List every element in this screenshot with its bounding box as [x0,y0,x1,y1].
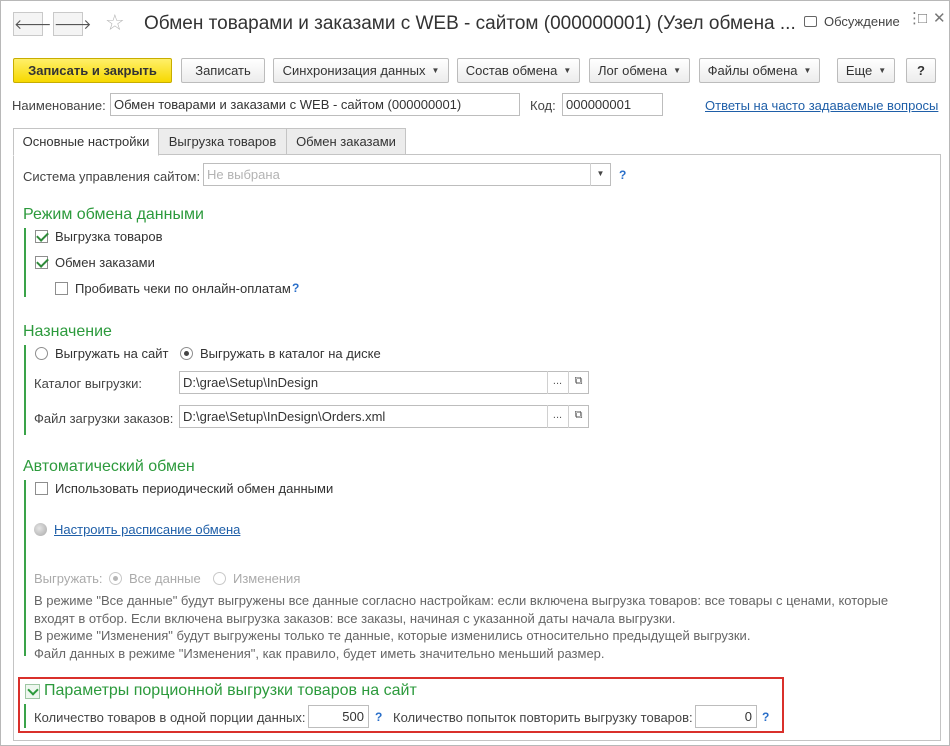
periodic-exchange-label: Использовать периодический обмен данными [55,481,334,496]
export-mode-description: В режиме "Все данные" будут выгружены вс… [34,592,914,662]
portion-label: Количество товаров в одной порции данных… [34,710,306,725]
changes-label: Изменения [233,571,301,586]
forward-button[interactable]: 🡒 [53,12,92,36]
exchange-orders-checkbox[interactable] [35,256,48,269]
orders-file-select-button[interactable]: ... [547,405,567,428]
form-window: 🡐 🡒 ☆ Обмен товарами и заказами с WEB - … [0,0,950,746]
retry-field[interactable]: 0 [695,705,757,728]
files-label: Файлы обмена [707,63,798,78]
composition-dropdown-button[interactable]: Состав обмена ▼ [457,58,580,83]
retry-help-icon[interactable]: ? [762,710,769,724]
save-close-button[interactable]: Записать и закрыть [13,58,172,83]
gear-icon [34,523,47,536]
schedule-link[interactable]: Настроить расписание обмена [54,522,240,537]
orders-file-field[interactable]: D:\grae\Setup\InDesign\Orders.xml [179,405,589,428]
chevron-down-icon: ▼ [878,66,887,75]
open-icon[interactable]: ⧉ [568,405,588,428]
chevron-down-icon: ▼ [803,66,812,75]
export-goods-label: Выгрузка товаров [55,229,163,244]
portion-field[interactable]: 500 [308,705,369,728]
all-data-radio[interactable] [109,572,122,585]
tab-main-settings[interactable]: Основные настройки [13,128,159,156]
sync-dropdown-button[interactable]: Синхронизация данных ▼ [273,58,449,83]
to-disk-label: Выгружать в каталог на диске [200,346,381,361]
auto-exchange-title: Автоматический обмен [23,458,195,475]
open-icon[interactable]: ⧉ [568,371,588,394]
description-line: входят в отбор. Если включена выгрузка з… [34,610,676,626]
tab-goods-export[interactable]: Выгрузка товаров [158,128,287,155]
faq-link[interactable]: Ответы на часто задаваемые вопросы [705,98,938,113]
exchange-mode-title: Режим обмена данными [23,206,204,223]
portion-help-icon[interactable]: ? [375,710,382,724]
description-line: В режиме "Изменения" будут выгружены тол… [34,628,751,644]
composition-label: Состав обмена [465,63,558,78]
arrow-right-icon: 🡒 [54,16,92,32]
punch-receipts-help-icon[interactable]: ? [292,281,299,295]
to-site-radio[interactable] [35,347,48,360]
cms-help-icon[interactable]: ? [619,168,626,182]
cms-select[interactable]: Не выбрана [203,163,611,186]
changes-radio[interactable] [213,572,226,585]
restore-icon[interactable]: □ [918,10,927,28]
arrow-left-icon: 🡐 [14,16,52,32]
chevron-down-icon: ▼ [431,66,440,75]
favorite-star-icon[interactable]: ☆ [105,10,125,36]
chevron-down-icon[interactable]: ▼ [590,163,610,186]
cms-label: Система управления сайтом: [23,169,201,184]
tab-orders-exchange[interactable]: Обмен заказами [286,128,406,155]
exchange-orders-label: Обмен заказами [55,255,155,270]
window-title: Обмен товарами и заказами с WEB - сайтом… [144,13,796,34]
retry-label: Количество попыток повторить выгрузку то… [393,710,693,725]
to-site-label: Выгружать на сайт [55,346,169,361]
orders-file-label: Файл загрузки заказов: [34,411,174,426]
punch-receipts-label: Пробивать чеки по онлайн-оплатам [75,281,291,296]
sync-label: Синхронизация данных [282,63,426,78]
dir-select-button[interactable]: ... [547,371,567,394]
group-line [24,704,26,728]
description-line: В режиме "Все данные" будут выгружены вс… [34,593,889,608]
group-line [24,480,26,656]
discussion-label: Обсуждение [824,14,900,29]
periodic-exchange-checkbox[interactable] [35,482,48,495]
export-mode-label: Выгружать: [34,571,103,586]
save-button[interactable]: Записать [181,58,265,83]
dir-label: Каталог выгрузки: [34,376,142,391]
chevron-down-icon: ▼ [673,66,681,75]
export-goods-checkbox[interactable] [35,230,48,243]
dir-field[interactable]: D:\grae\Setup\InDesign [179,371,589,394]
more-dropdown-button[interactable]: Еще ▼ [837,58,895,83]
to-disk-radio[interactable] [180,347,193,360]
all-data-label: Все данные [129,571,201,586]
more-label: Еще [845,63,873,78]
punch-receipts-checkbox[interactable] [55,282,68,295]
close-icon[interactable]: ✕ [933,10,946,28]
destination-title: Назначение [23,323,112,340]
chevron-down-icon: ▼ [563,66,572,75]
group-line [24,228,26,297]
description-line: Файл данных в режиме "Изменения", как пр… [34,645,605,661]
code-label: Код: [530,98,556,113]
log-dropdown-button[interactable]: Лог обмена ▼ [589,58,690,83]
name-field[interactable]: Обмен товарами и заказами с WEB - сайтом… [110,93,520,116]
back-button[interactable]: 🡐 [13,12,52,36]
discussion-button[interactable]: Обсуждение [804,14,900,29]
files-dropdown-button[interactable]: Файлы обмена ▼ [699,58,820,83]
log-label: Лог обмена [597,63,668,78]
chat-icon [804,16,817,27]
code-field[interactable]: 000000001 [562,93,663,116]
name-label: Наименование: [12,98,106,113]
batch-title: Параметры порционной выгрузки товаров на… [44,682,417,699]
help-button[interactable]: ? [906,58,936,83]
collapse-chevron-icon[interactable] [25,684,40,699]
group-line [24,345,26,435]
